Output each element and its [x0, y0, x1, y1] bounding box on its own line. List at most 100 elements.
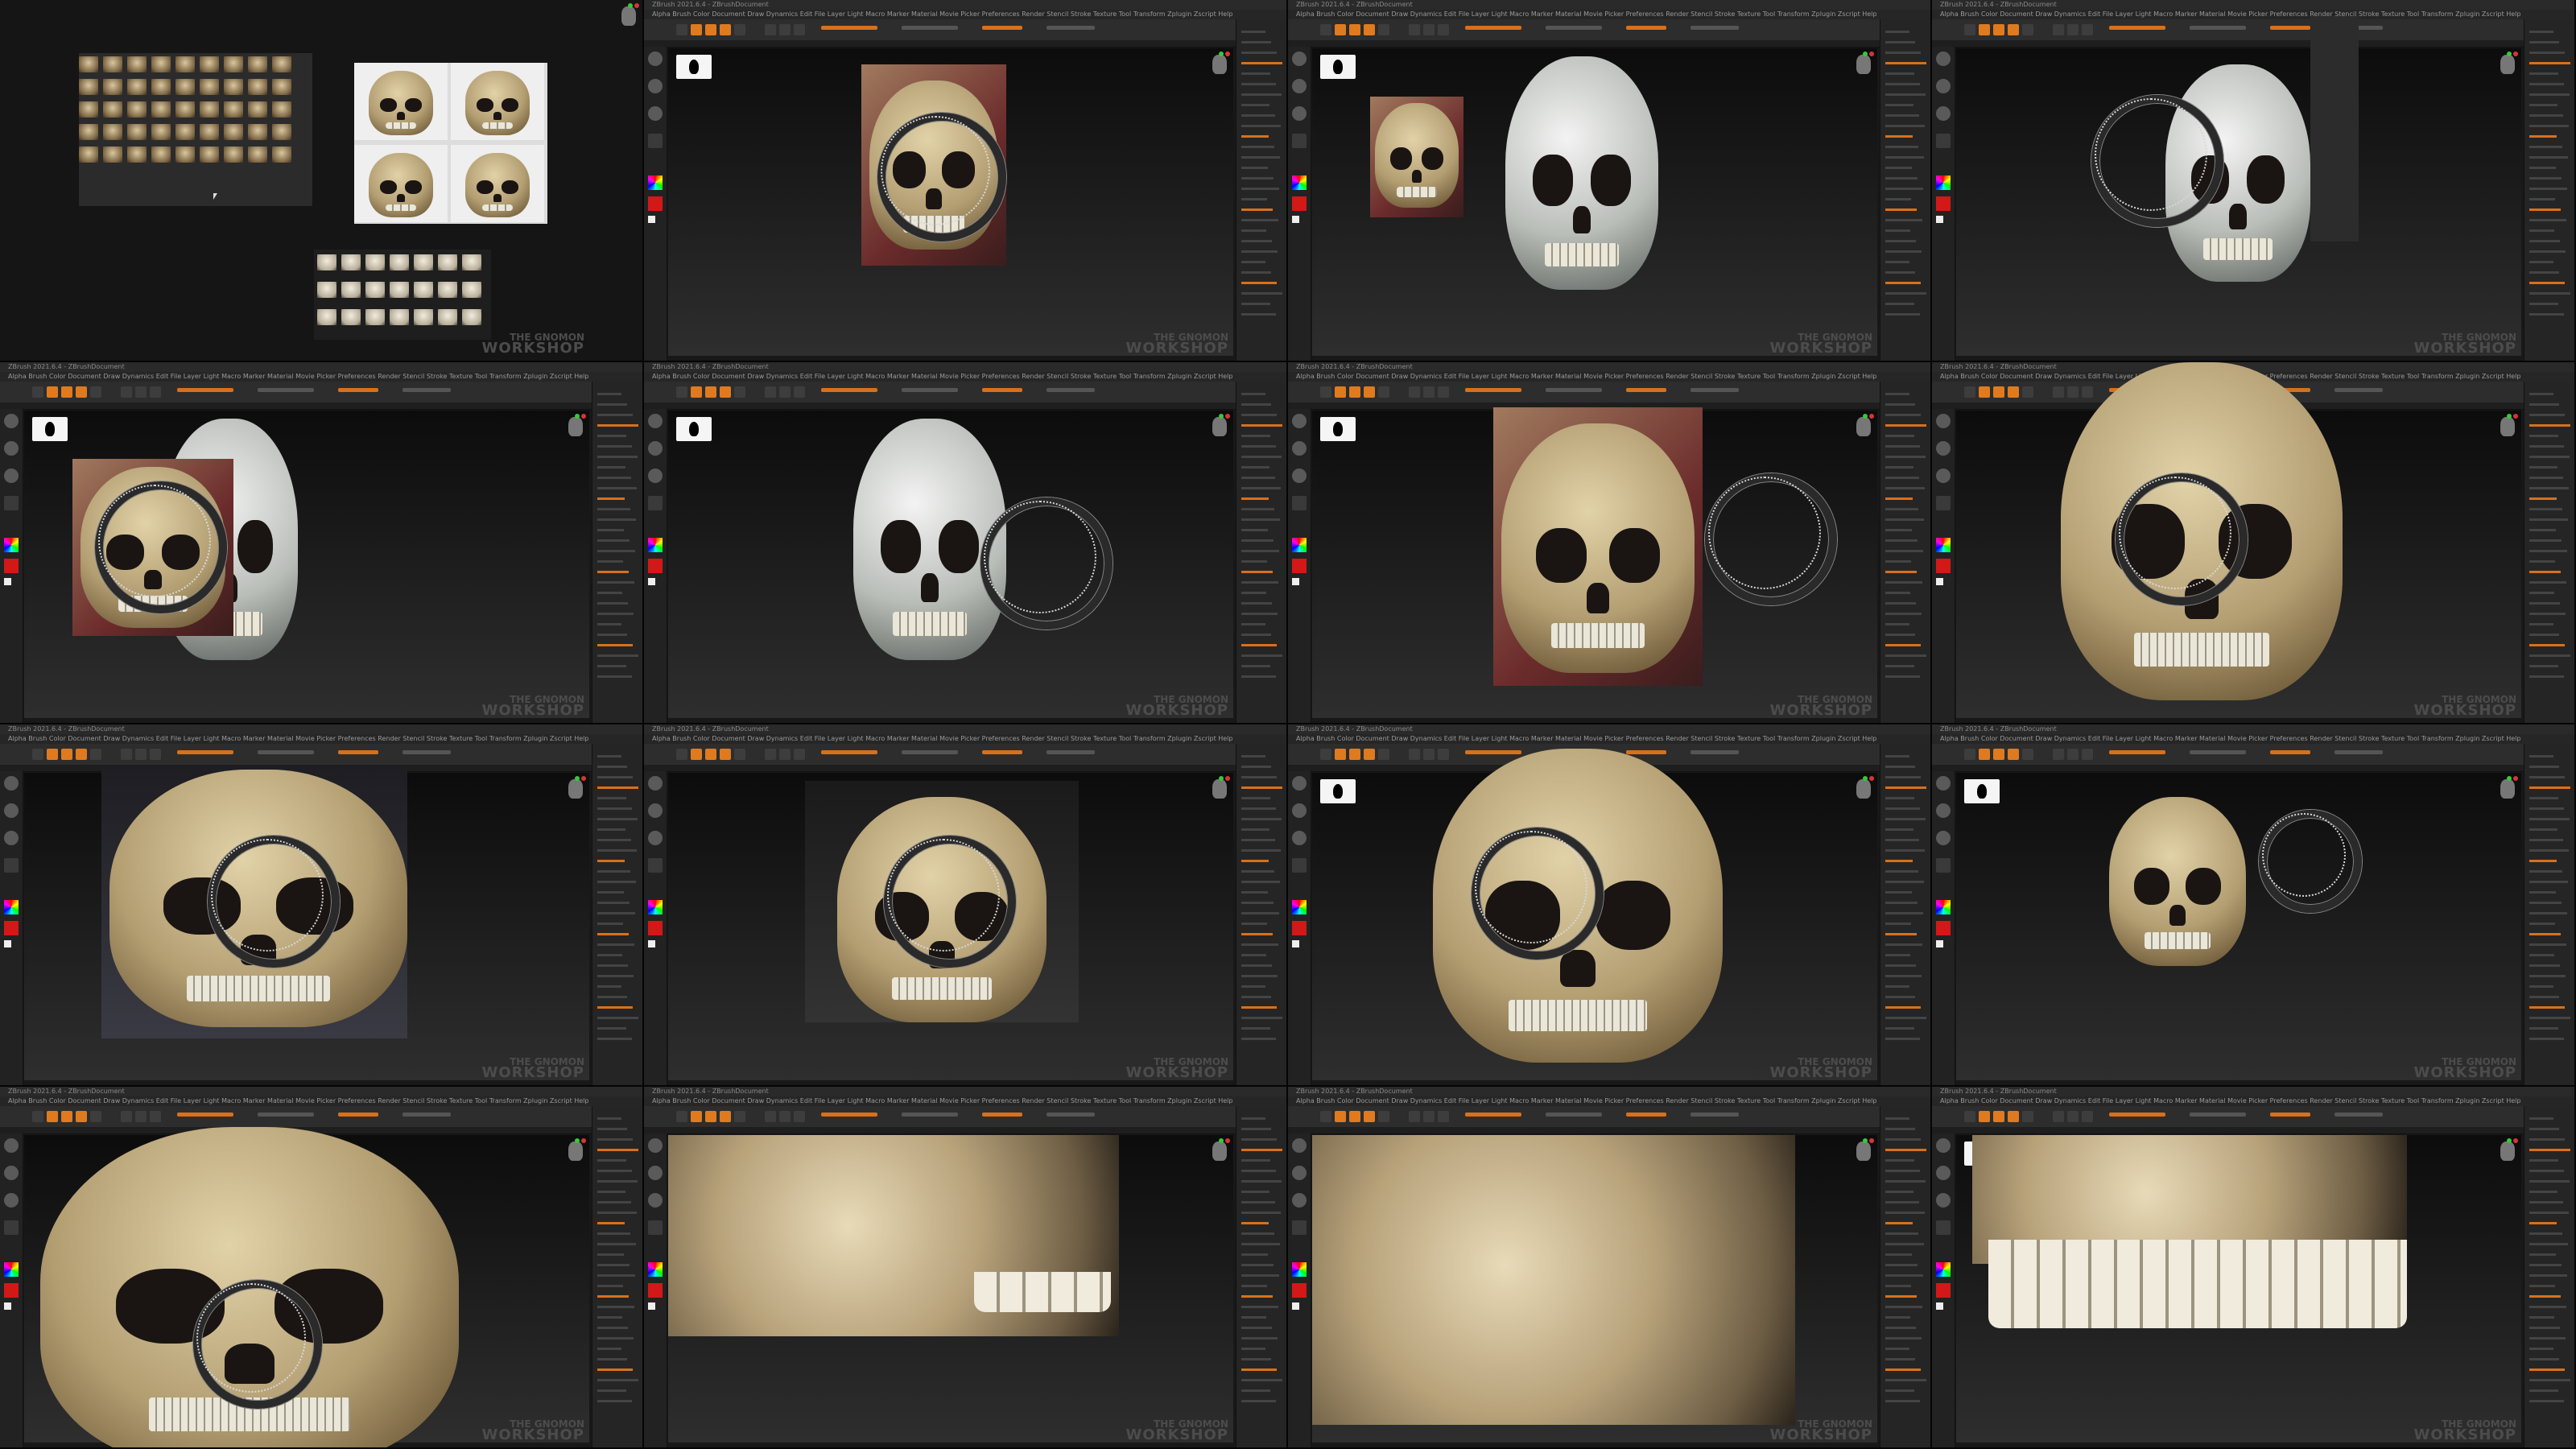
brush-button[interactable]: [1936, 441, 1951, 456]
navigation-cube-icon[interactable]: [568, 1141, 583, 1161]
rgb-intensity-slider[interactable]: [1465, 1113, 1521, 1117]
shelf-button[interactable]: [779, 749, 791, 760]
palette-item[interactable]: [597, 497, 625, 500]
reference-thumbnail[interactable]: [248, 147, 267, 163]
brush-button[interactable]: [1292, 831, 1307, 845]
palette-item[interactable]: [1885, 665, 1914, 667]
palette-item[interactable]: [1885, 675, 1920, 678]
palette-item[interactable]: [1241, 240, 1272, 242]
rgb-intensity-slider[interactable]: [177, 1113, 233, 1117]
palette-item[interactable]: [1885, 414, 1921, 416]
palette-item[interactable]: [2529, 623, 2553, 625]
reference-photo[interactable]: [354, 145, 448, 222]
main-color-swatch[interactable]: [1292, 196, 1307, 211]
palette-item[interactable]: [2529, 125, 2569, 127]
shelf-button[interactable]: [734, 386, 745, 398]
brush-button[interactable]: [1292, 414, 1307, 428]
z-intensity-slider[interactable]: [2334, 750, 2383, 754]
palette-item[interactable]: [2529, 518, 2568, 521]
shelf-button[interactable]: [720, 24, 731, 35]
palette-item[interactable]: [1885, 755, 1909, 758]
palette-item[interactable]: [1885, 208, 1917, 211]
palette-item[interactable]: [1885, 634, 1915, 636]
shelf-button[interactable]: [720, 749, 731, 760]
secondary-color-swatch[interactable]: [4, 578, 11, 585]
palette-item[interactable]: [597, 665, 626, 667]
palette-item[interactable]: [597, 1170, 632, 1172]
reference-thumbnail[interactable]: [272, 56, 291, 72]
reference-thumbnail[interactable]: [224, 147, 243, 163]
shelf-button[interactable]: [1364, 386, 1375, 398]
shelf-button[interactable]: [2053, 749, 2064, 760]
palette-item[interactable]: [597, 571, 629, 573]
palette-item[interactable]: [597, 797, 626, 799]
palette-item[interactable]: [2529, 1027, 2558, 1030]
palette-item[interactable]: [597, 1316, 622, 1319]
palette-item[interactable]: [1885, 125, 1925, 127]
palette-item[interactable]: [1241, 602, 1272, 605]
reference-thumbnail[interactable]: [438, 254, 457, 270]
brush-button[interactable]: [1936, 469, 1951, 483]
rgb-intensity-slider[interactable]: [821, 750, 877, 754]
palette-item[interactable]: [597, 581, 634, 584]
palette-item[interactable]: [1885, 602, 1916, 605]
shelf-button[interactable]: [676, 386, 687, 398]
palette-item[interactable]: [1241, 41, 1271, 43]
palette-item[interactable]: [1885, 156, 1924, 159]
palette-item[interactable]: [2529, 393, 2553, 395]
palette-item[interactable]: [1885, 1170, 1920, 1172]
z-intensity-slider[interactable]: [402, 1113, 451, 1117]
canvas-viewport[interactable]: [668, 1135, 1233, 1443]
palette-item[interactable]: [1885, 1117, 1909, 1120]
palette-item[interactable]: [1241, 414, 1277, 416]
palette-item[interactable]: [1241, 1306, 1278, 1308]
palette-item[interactable]: [1241, 497, 1269, 500]
navigation-cube-icon[interactable]: [1856, 779, 1871, 799]
shelf-button[interactable]: [2067, 24, 2079, 35]
brush-button[interactable]: [1292, 776, 1307, 791]
shelf-button[interactable]: [76, 386, 87, 398]
palette-item[interactable]: [2529, 581, 2566, 584]
shelf-button[interactable]: [2022, 24, 2033, 35]
shelf-button[interactable]: [1979, 24, 1990, 35]
focal-shift-slider[interactable]: [258, 388, 314, 392]
palette-item[interactable]: [1885, 114, 1919, 117]
navigation-cube-icon[interactable]: [1212, 779, 1227, 799]
shelf-button[interactable]: [676, 24, 687, 35]
palette-item[interactable]: [597, 445, 632, 448]
reference-thumbnail[interactable]: [151, 147, 171, 163]
palette-item[interactable]: [597, 1222, 625, 1224]
palette-item[interactable]: [2529, 1358, 2559, 1360]
palette-item[interactable]: [1241, 623, 1265, 625]
reference-thumbnail[interactable]: [103, 79, 122, 95]
palette-item[interactable]: [2529, 1264, 2562, 1266]
palette-item[interactable]: [1241, 1128, 1271, 1130]
palette-item[interactable]: [2529, 1191, 2557, 1193]
secondary-color-swatch[interactable]: [1292, 216, 1299, 223]
mask-icon[interactable]: [1320, 779, 1356, 803]
palette-item[interactable]: [1241, 1180, 1282, 1183]
shelf-button[interactable]: [1364, 24, 1375, 35]
palette-item[interactable]: [2529, 881, 2568, 883]
palette-item[interactable]: [597, 1348, 621, 1350]
palette-item[interactable]: [597, 849, 637, 852]
palette-item[interactable]: [597, 435, 626, 437]
palette-item[interactable]: [597, 1285, 623, 1287]
palette-item[interactable]: [1241, 445, 1276, 448]
navigation-cube-icon[interactable]: [2500, 779, 2515, 799]
palette-item[interactable]: [2529, 786, 2570, 789]
canvas-viewport[interactable]: [24, 411, 589, 718]
palette-item[interactable]: [1885, 1316, 1910, 1319]
palette-item[interactable]: [1241, 177, 1274, 180]
palette-item[interactable]: [2529, 954, 2554, 956]
palette-item[interactable]: [1241, 1327, 1272, 1329]
palette-item[interactable]: [1241, 83, 1276, 85]
palette-item[interactable]: [2529, 1017, 2570, 1019]
palette-item[interactable]: [1241, 282, 1277, 284]
palette-item[interactable]: [597, 964, 628, 967]
shelf-button[interactable]: [1364, 1111, 1375, 1122]
reference-thumbnail[interactable]: [103, 124, 122, 140]
stroke-button[interactable]: [648, 1220, 663, 1235]
palette-item[interactable]: [597, 755, 621, 758]
brush-button[interactable]: [1292, 1138, 1307, 1153]
